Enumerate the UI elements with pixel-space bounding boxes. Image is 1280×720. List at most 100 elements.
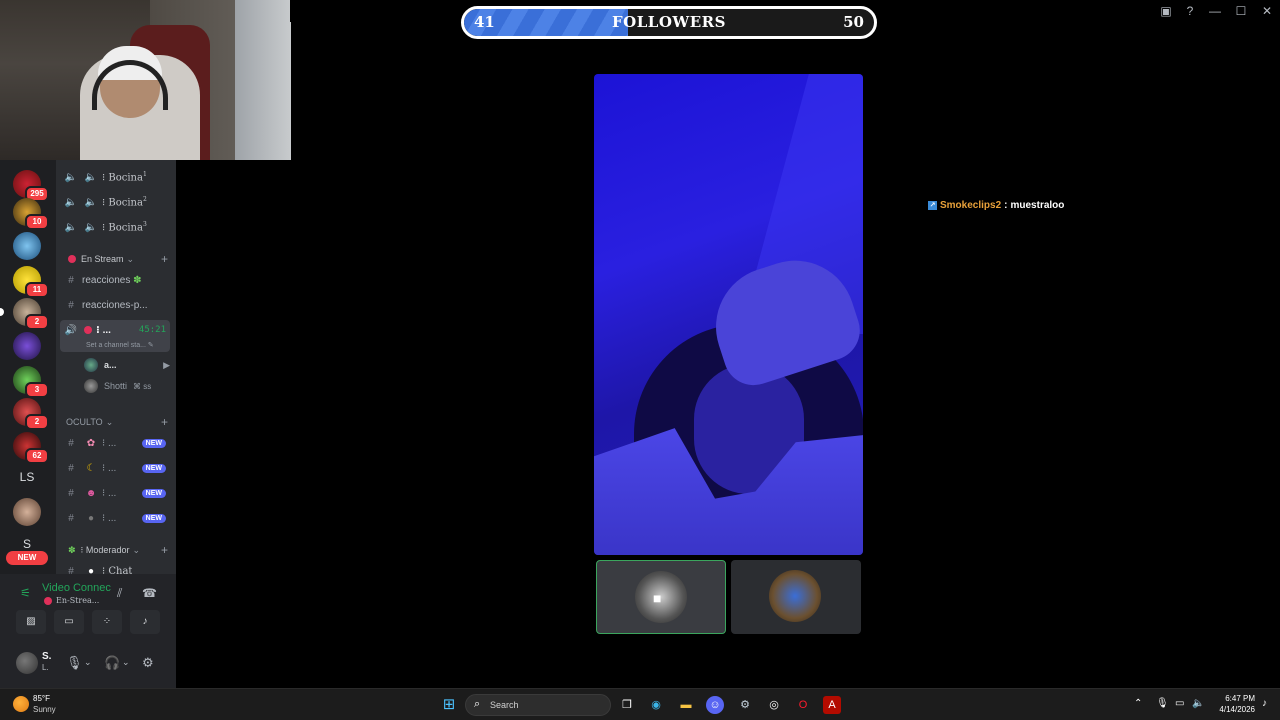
speaker-icon: 🔈 [64, 221, 78, 233]
task-view-icon[interactable]: ❐ [618, 696, 636, 714]
voice-status-channel[interactable]: En-Strea... [44, 596, 99, 605]
edge-icon[interactable]: ◉ [647, 696, 665, 714]
inbox-icon[interactable]: ▣ [1154, 0, 1178, 22]
server-mention-badge: 10 [25, 214, 49, 230]
hash-icon: # [68, 299, 74, 311]
add-channel-icon[interactable]: + [161, 543, 168, 557]
search-icon: ⌕ [474, 698, 481, 710]
weather-sun-icon[interactable] [13, 696, 29, 712]
speaker-icon: 🔈 [64, 196, 78, 208]
channel-label: ⁝ ... [102, 512, 117, 524]
server-icon[interactable] [13, 232, 41, 260]
tray-chevron-up-icon[interactable]: ⌃ [1134, 698, 1142, 709]
server-mention-badge: 3 [25, 382, 49, 398]
weather-temperature[interactable]: 85°F [33, 694, 50, 703]
server-icon[interactable]: 295 [13, 170, 49, 202]
chevron-down-icon[interactable]: ⌄ [122, 657, 130, 668]
user-subtext: L. [42, 663, 49, 672]
avatar [84, 358, 98, 372]
channel-label: ⁝ Chat [102, 565, 133, 575]
text-channel[interactable]: # ☻ ⁝ ... NEW [60, 483, 172, 503]
hash-icon: # [68, 437, 74, 449]
server-icon[interactable]: 2 [13, 398, 49, 430]
noise-suppression-icon[interactable]: ⫽ [117, 586, 122, 601]
windows-start-icon[interactable]: ⊞ [440, 696, 458, 714]
adobe-icon[interactable]: A [823, 696, 841, 714]
server-icon[interactable]: 2 [0, 298, 49, 330]
text-channel[interactable]: # ● ⁝ Chat [60, 561, 172, 575]
active-voice-channel-row[interactable]: 🔊 ⁝ ... 45:21 [60, 320, 172, 340]
channel-label: ⁝ ... [102, 487, 117, 499]
new-badge: NEW [141, 463, 166, 473]
category-moderador[interactable]: ✽ ⁝ Moderador ⌄ + [60, 541, 172, 559]
tray-network-icon[interactable]: ▭ [1175, 698, 1184, 709]
text-channel[interactable]: # reacciones ✽ [60, 270, 172, 290]
server-icon[interactable]: 62 [13, 432, 49, 464]
tray-microphone-icon[interactable]: 🎙 [1156, 698, 1169, 709]
steam-icon[interactable]: ⚙ [736, 696, 754, 714]
voice-channel[interactable]: 🔈 🔈 ⁝ Bocina2 [60, 192, 172, 212]
voice-user[interactable]: a... ▶ [84, 356, 170, 374]
camera-off-button[interactable]: ▨ [16, 610, 46, 634]
server-icon[interactable] [13, 498, 41, 526]
channel-list: 🔈 🔈 ⁝ Bocina1 🔈 🔈 ⁝ Bocina2 🔈 🔈 ⁝ Bocina… [56, 160, 176, 574]
voice-channel[interactable]: 🔈 🔈 ⁝ Bocina3 [60, 217, 172, 237]
maximize-icon[interactable]: ☐ [1228, 0, 1254, 22]
category-oculto[interactable]: OCULTO ⌄ + [60, 413, 172, 431]
windows-taskbar: 85°F Sunny ⊞ ⌕ Search ❐ ◉ ▬ ☺ ⚙ ◎ O A ⌃ … [0, 688, 1280, 720]
notification-bell-icon[interactable]: ♪ [1262, 698, 1267, 709]
voice-channel[interactable]: 🔈 🔈 ⁝ Bocina1 [60, 167, 172, 187]
speaker-live-icon: 🔊 [64, 324, 78, 336]
channel-status-text[interactable]: Set a channel sta... ✎ [86, 341, 166, 349]
channel-label: ⁝ Bocina1 [102, 170, 147, 184]
chat-separator: : [1004, 200, 1008, 211]
clock-time[interactable]: 6:47 PM [1215, 694, 1255, 703]
text-channel[interactable]: # ● ⁝ ... NEW [60, 508, 172, 528]
signal-icon[interactable]: ⚟ [20, 586, 31, 600]
text-channel[interactable]: # ☾ ⁝ ... NEW [60, 458, 172, 478]
avatar [84, 379, 98, 393]
participant-tile[interactable] [731, 560, 861, 634]
new-unreads-pill[interactable]: NEW [6, 551, 48, 565]
server-icon[interactable]: 3 [13, 366, 49, 398]
main-video-stream[interactable] [594, 74, 863, 555]
streamer-webcam [0, 0, 291, 160]
server-icon[interactable]: 10 [13, 198, 49, 230]
text-channel[interactable]: # reacciones-p... [60, 295, 172, 315]
avatar[interactable] [16, 652, 38, 674]
window-controls: ▣ ? — ☐ ✕ [1154, 0, 1280, 22]
voice-status-title[interactable]: Video Connec [42, 582, 111, 594]
help-icon[interactable]: ? [1178, 0, 1202, 22]
soundboard-button[interactable]: ♪ [130, 610, 160, 634]
server-initials-icon[interactable]: LS [13, 463, 41, 491]
weather-description[interactable]: Sunny [33, 705, 56, 714]
discord-icon[interactable]: ☺ [706, 696, 724, 714]
voice-user[interactable]: Shotti ⌘ ss [84, 377, 170, 395]
obs-icon[interactable]: ◎ [765, 696, 783, 714]
file-explorer-icon[interactable]: ▬ [677, 696, 695, 714]
server-icon[interactable] [13, 332, 41, 360]
close-icon[interactable]: ✕ [1254, 0, 1280, 22]
follower-goal-bar: 41 FOLLOWERS 50 [461, 6, 877, 39]
activities-button[interactable]: ⁘ [92, 610, 122, 634]
add-channel-icon[interactable]: + [161, 415, 168, 429]
microphone-icon[interactable]: 🎙 [66, 655, 83, 671]
opera-icon[interactable]: O [794, 696, 812, 714]
tray-volume-icon[interactable]: 🔈 [1192, 698, 1204, 709]
add-channel-icon[interactable]: + [161, 252, 168, 266]
minimize-icon[interactable]: — [1202, 0, 1228, 22]
server-icon[interactable]: 11 [13, 266, 49, 298]
chevron-down-icon[interactable]: ⌄ [84, 657, 92, 668]
search-box[interactable]: ⌕ Search [465, 694, 611, 716]
channel-label: reacciones ✽ [82, 274, 142, 286]
text-channel[interactable]: # ✿ ⁝ ... NEW [60, 433, 172, 453]
screen-share-button[interactable]: ▭ [54, 610, 84, 634]
disconnect-icon[interactable]: ☎ [142, 586, 157, 600]
gear-icon[interactable]: ⚙ [142, 655, 154, 671]
participant-tile[interactable]: ■ [596, 560, 726, 634]
username[interactable]: S. [42, 651, 51, 662]
clock-date[interactable]: 4/14/2026 [1211, 705, 1255, 714]
headphones-icon[interactable]: 🎧 [104, 655, 120, 671]
flower-icon: ✿ [86, 437, 96, 449]
category-en-stream[interactable]: En Stream ⌄ + [60, 250, 172, 268]
